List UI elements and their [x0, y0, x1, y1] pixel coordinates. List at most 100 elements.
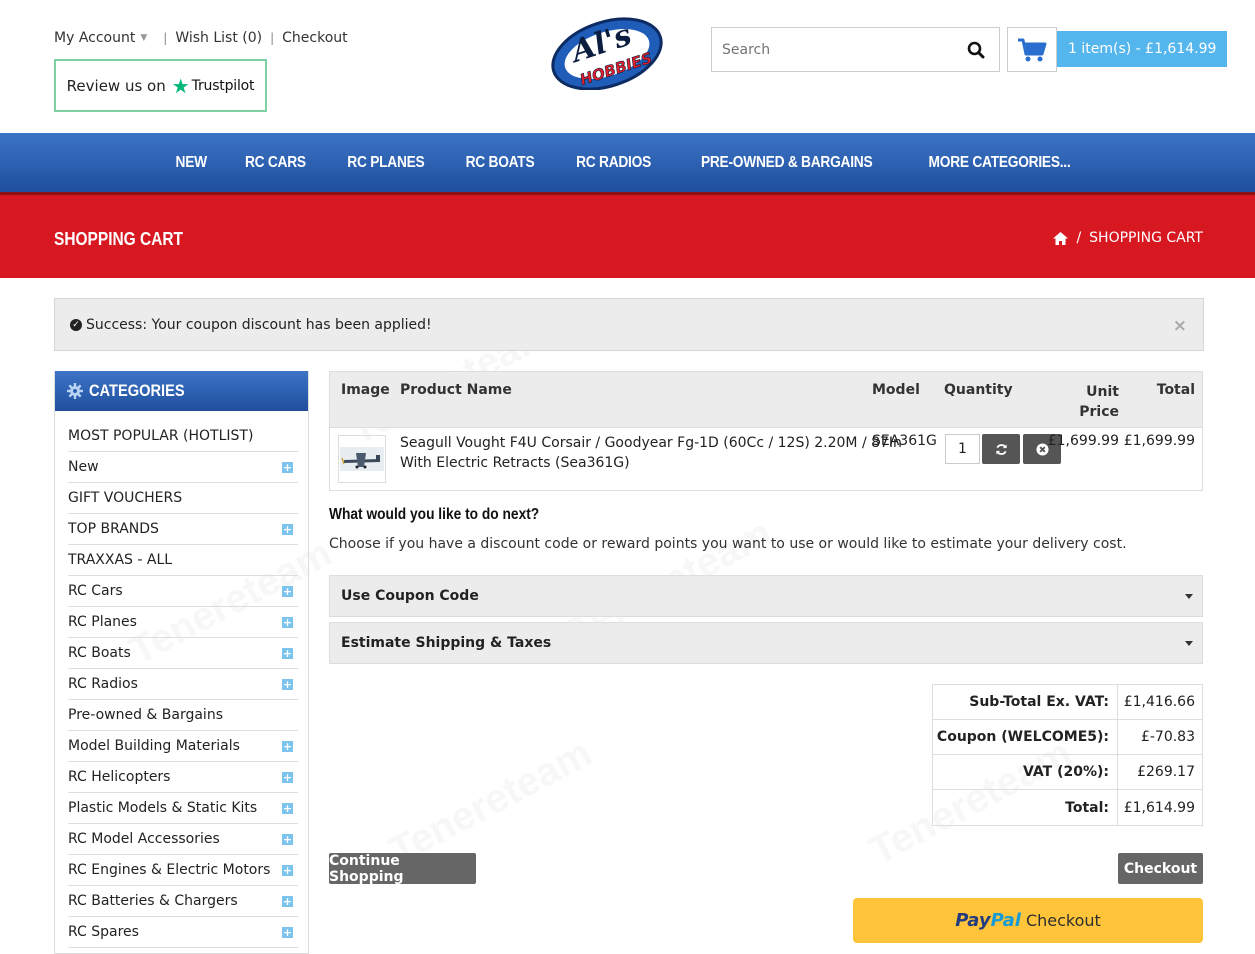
nav-item-new[interactable]: NEW — [176, 154, 208, 172]
trustpilot-badge[interactable]: Review us on ★ Trustpilot — [54, 59, 267, 112]
expand-plus-icon[interactable]: + — [282, 802, 293, 814]
expand-plus-icon[interactable]: + — [282, 864, 293, 876]
quantity-value: 1 — [958, 441, 967, 457]
product-name[interactable]: Seagull Vought F4U Corsair / Goodyear Fg… — [400, 433, 902, 473]
continue-shopping-button[interactable]: Continue Shopping — [329, 853, 476, 885]
product-thumbnail[interactable] — [338, 435, 386, 483]
sidebar-item[interactable]: RC Cars + — [68, 576, 298, 607]
expand-plus-icon[interactable]: + — [282, 647, 293, 659]
sidebar-item-label: TOP BRANDS — [68, 521, 159, 537]
search-button[interactable] — [953, 28, 999, 71]
breadcrumb-separator: / — [1076, 230, 1082, 246]
next-step-text: Choose if you have a discount code or re… — [329, 536, 1127, 552]
sidebar-item-label: RC Cars — [68, 583, 123, 599]
paypal-logo-pay: Pay — [955, 910, 991, 931]
sidebar-item[interactable]: Model Building Materials + — [68, 731, 298, 762]
sidebar-item[interactable]: TOP BRANDS + — [68, 514, 298, 545]
product-model: SEA361G — [872, 433, 937, 449]
top-links: My Account ▼ | Wish List (0) | Checkout — [54, 30, 348, 46]
chevron-down-icon: ▼ — [140, 33, 148, 43]
categories-sidebar: CATEGORIES MOST POPULAR (HOTLIST) New + GIF… — [54, 371, 309, 954]
breadcrumb-current[interactable]: SHOPPING CART — [1089, 230, 1203, 246]
totals-row-coupon: Coupon (WELCOME5): £-70.83 — [933, 720, 1202, 755]
sidebar-item[interactable]: RC Engines & Electric Motors + — [68, 855, 298, 886]
expand-plus-icon[interactable]: + — [282, 740, 293, 752]
totals-row-subtotal: Sub-Total Ex. VAT: £1,416.66 — [933, 685, 1202, 720]
coupon-accordion[interactable]: Use Coupon Code — [329, 575, 1203, 617]
totals-label: Coupon (WELCOME5): — [933, 720, 1118, 754]
sidebar-item-label: RC Radios — [68, 676, 138, 692]
nav-item-pre-owned[interactable]: PRE-OWNED & BARGAINS — [701, 154, 873, 172]
search-input[interactable] — [712, 28, 953, 71]
expand-plus-icon[interactable]: + — [282, 895, 293, 907]
sidebar-item[interactable]: New + — [68, 452, 298, 483]
sidebar-item[interactable]: TRAXXAS - ALL — [68, 545, 298, 576]
site-logo[interactable]: Al's HOBBIES — [548, 12, 666, 91]
refresh-icon — [995, 443, 1007, 455]
sidebar-item[interactable]: RC Planes + — [68, 607, 298, 638]
cart-widget[interactable]: 1 item(s) - £1,614.99 — [1007, 27, 1228, 72]
expand-plus-icon[interactable]: + — [282, 678, 293, 690]
quantity-input[interactable]: 1 — [945, 434, 980, 464]
sidebar-item[interactable]: RC Spares + — [68, 917, 298, 948]
col-model: Model — [872, 382, 920, 398]
expand-plus-icon[interactable]: + — [282, 833, 293, 845]
checkout-button[interactable]: Checkout — [1118, 853, 1203, 884]
sidebar-item[interactable]: MOST POPULAR (HOTLIST) — [68, 421, 298, 452]
sidebar-item[interactable]: RC Batteries & Chargers + — [68, 886, 298, 917]
expand-plus-icon[interactable]: + — [282, 771, 293, 783]
expand-plus-icon[interactable]: + — [282, 616, 293, 628]
sidebar-item-label: TRAXXAS - ALL — [68, 552, 173, 568]
nav-item-rc-radios[interactable]: RC RADIOS — [576, 154, 651, 172]
divider: | — [270, 31, 275, 45]
top-bar: My Account ▼ | Wish List (0) | Checkout … — [0, 0, 1255, 133]
expand-plus-icon[interactable]: + — [282, 926, 293, 938]
sidebar-item-label: RC Spares — [68, 924, 139, 940]
shopping-cart-icon — [1018, 38, 1047, 61]
nav-item-rc-cars[interactable]: RC CARS — [245, 154, 306, 172]
nav-item-more-categories[interactable]: MORE CATEGORIES... — [928, 154, 1070, 172]
nav-item-rc-boats[interactable]: RC BOATS — [466, 154, 535, 172]
expand-plus-icon[interactable]: + — [282, 585, 293, 597]
categories-header: CATEGORIES — [55, 371, 308, 411]
shipping-accordion-label: Estimate Shipping & Taxes — [341, 635, 552, 651]
divider: | — [163, 31, 168, 45]
sidebar-item-label: MOST POPULAR (HOTLIST) — [68, 428, 254, 444]
sidebar-item[interactable]: GIFT VOUCHERS — [68, 483, 298, 514]
cart-total-button[interactable]: 1 item(s) - £1,614.99 — [1057, 31, 1228, 67]
totals-label: Total: — [933, 790, 1118, 825]
paypal-checkout-label: Checkout — [1025, 911, 1101, 930]
close-icon[interactable]: × — [1173, 316, 1187, 336]
update-button[interactable] — [982, 434, 1020, 464]
sidebar-item-label: New — [68, 459, 99, 475]
sidebar-item-label: RC Batteries & Chargers — [68, 893, 238, 909]
sidebar-item[interactable]: Pre-owned & Bargains — [68, 700, 298, 731]
sidebar-item-label: RC Model Accessories — [68, 831, 220, 847]
shipping-accordion[interactable]: Estimate Shipping & Taxes — [329, 622, 1203, 664]
sidebar-item-label: RC Engines & Electric Motors — [68, 862, 271, 878]
paypal-checkout-button[interactable]: Pay Pal Checkout — [853, 898, 1203, 943]
sidebar-item[interactable]: RC Boats + — [68, 638, 298, 669]
sidebar-item[interactable]: RC Helicopters + — [68, 762, 298, 793]
caret-down-icon — [1185, 641, 1193, 646]
page-banner: SHOPPING CART / SHOPPING CART — [0, 192, 1255, 278]
expand-plus-icon[interactable]: + — [282, 523, 293, 535]
totals-table: Sub-Total Ex. VAT: £1,416.66 Coupon (WEL… — [932, 684, 1203, 826]
category-list: MOST POPULAR (HOTLIST) New + GIFT VOUCHERS T… — [55, 411, 308, 948]
expand-plus-icon[interactable]: + — [282, 461, 293, 473]
sidebar-item[interactable]: RC Model Accessories + — [68, 824, 298, 855]
search-box — [711, 27, 1000, 72]
sidebar-item[interactable]: Plastic Models & Static Kits + — [68, 793, 298, 824]
home-icon[interactable] — [1053, 231, 1069, 245]
nav-item-rc-planes[interactable]: RC PLANES — [347, 154, 424, 172]
categories-title: CATEGORIES — [89, 381, 185, 400]
col-unit-price-line2: Price — [1079, 404, 1119, 420]
checkout-link[interactable]: Checkout — [282, 30, 348, 46]
col-image: Image — [341, 382, 390, 398]
sidebar-item[interactable]: RC Radios + — [68, 669, 298, 700]
cart-icon-box[interactable] — [1007, 27, 1057, 72]
sidebar-item-label: Model Building Materials — [68, 738, 240, 754]
caret-down-icon — [1185, 594, 1193, 599]
wish-list-link[interactable]: Wish List (0) — [175, 30, 262, 46]
my-account-link[interactable]: My Account — [54, 30, 135, 46]
